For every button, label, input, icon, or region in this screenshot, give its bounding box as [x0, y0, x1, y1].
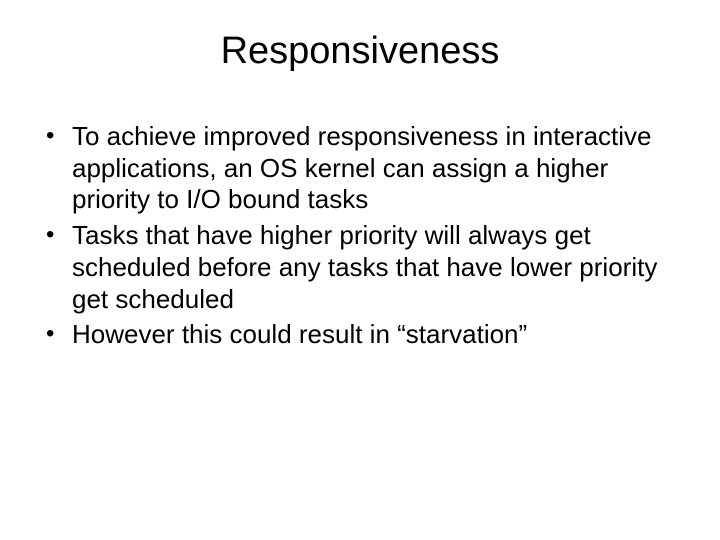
slide-title: Responsiveness: [40, 30, 680, 73]
bullet-list: To achieve improved responsiveness in in…: [40, 121, 680, 351]
list-item: To achieve improved responsiveness in in…: [40, 121, 680, 216]
slide-container: Responsiveness To achieve improved respo…: [0, 0, 720, 540]
list-item: However this could result in “starvation…: [40, 319, 680, 351]
list-item: Tasks that have higher priority will alw…: [40, 220, 680, 315]
